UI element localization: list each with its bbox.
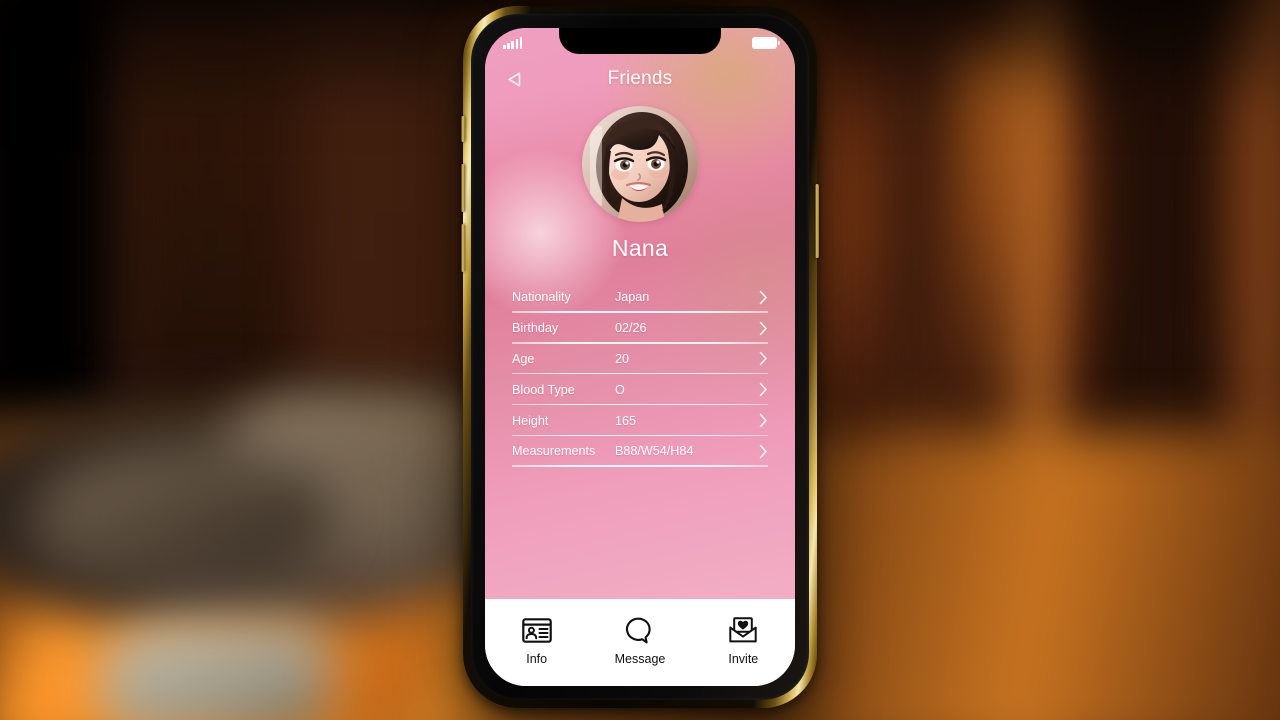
back-triangle-icon [507,72,520,86]
tab-info[interactable]: Info [485,615,588,666]
friends-profile-app: Friends Nana Nationality Japan Birthday … [485,28,795,686]
profile-header: Nana [485,106,795,262]
info-row-height[interactable]: Height 165 [512,405,768,436]
info-value: Japan [615,290,650,305]
chevron-right-icon [752,382,768,397]
profile-content-area: Friends Nana Nationality Japan Birthday … [485,28,795,599]
info-value: B88/W54/H84 [615,444,694,459]
info-value: 165 [615,413,637,428]
id-card-icon [521,615,552,645]
tab-label: Invite [728,652,759,666]
info-row-birthday[interactable]: Birthday 02/26 [512,313,768,344]
info-row-measurements[interactable]: Measurements B88/W54/H84 [512,436,768,467]
bg-pillow [40,450,330,580]
envelope-heart-icon [729,615,758,645]
tab-label: Info [526,652,548,666]
info-label: Age [512,351,535,366]
info-label: Birthday [512,321,559,336]
info-value: O [615,382,625,397]
navigation-bar: Friends [485,58,795,100]
speech-bubble-icon [625,615,655,645]
info-label: Blood Type [512,382,575,397]
user-avatar-photo [582,106,698,222]
info-row-age[interactable]: Age 20 [512,344,768,375]
chevron-right-icon [752,351,768,366]
bg-floor-object [100,620,330,720]
chevron-right-icon [752,444,768,459]
tab-label: Message [614,652,666,666]
power-button[interactable] [815,184,819,258]
mute-switch-button[interactable] [461,116,465,142]
info-label: Height [512,413,549,428]
info-value: 20 [615,351,630,366]
profile-name: Nana [611,235,669,261]
info-label: Measurements [512,444,596,459]
volume-up-button[interactable] [461,164,465,212]
back-button[interactable] [499,64,529,94]
tab-invite[interactable]: Invite [692,615,795,666]
info-value: 02/26 [615,321,647,336]
info-label: Nationality [512,290,571,305]
battery-full-icon [752,37,780,49]
info-row-nationality[interactable]: Nationality Japan [512,282,768,313]
profile-info-list: Nationality Japan Birthday 02/26 Age 20 … [512,282,768,467]
phone-bezel: Friends Nana Nationality Japan Birthday … [471,14,809,700]
phone-screen: Friends Nana Nationality Japan Birthday … [485,28,795,686]
chevron-right-icon [752,321,768,336]
info-row-blood-type[interactable]: Blood Type O [512,374,768,405]
volume-down-button[interactable] [461,224,465,272]
page-title: Friends [607,68,673,89]
chevron-right-icon [752,413,768,428]
display-notch [559,28,721,54]
smartphone-device: Friends Nana Nationality Japan Birthday … [461,6,819,708]
avatar[interactable] [582,106,698,222]
bottom-tab-bar: Info Message Invite [485,599,795,686]
tab-message[interactable]: Message [588,615,691,666]
signal-bars-icon [503,37,523,49]
chevron-right-icon [752,290,768,305]
